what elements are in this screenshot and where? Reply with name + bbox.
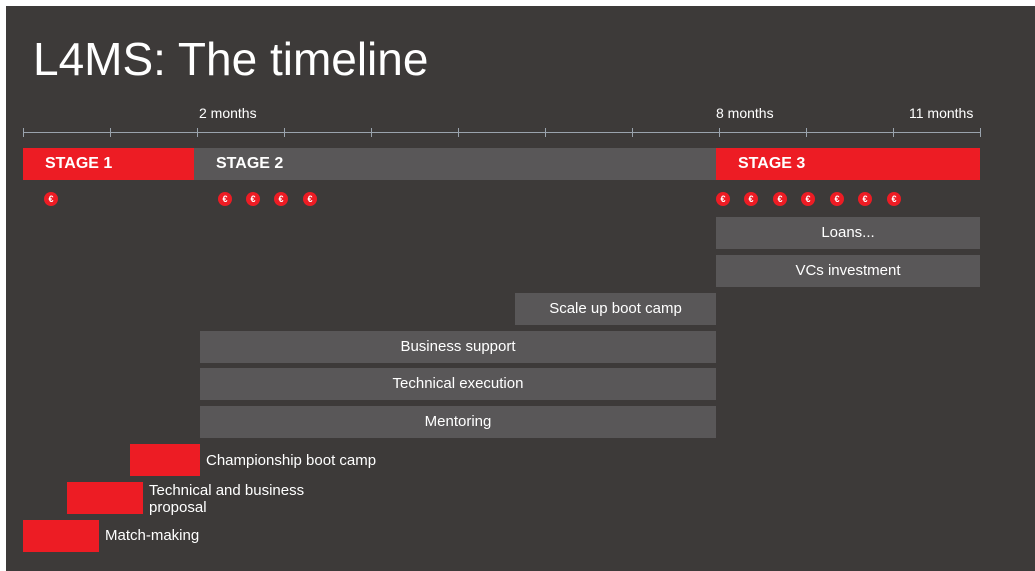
euro-coin-icon: € [716, 192, 730, 206]
axis-tick [719, 128, 720, 137]
matchmaking-block [23, 520, 99, 552]
loans-bar: Loans... [716, 217, 980, 249]
championship-block [130, 444, 200, 476]
axis-tick [458, 128, 459, 137]
euro-coin-icon: € [887, 192, 901, 206]
proposal-label: Technical and business proposal [149, 482, 304, 516]
axis-tick [371, 128, 372, 137]
business-support-bar: Business support [200, 331, 716, 363]
euro-coin-icon: € [303, 192, 317, 206]
axis-label-2-months: 2 months [199, 105, 257, 121]
slide-title: L4MS: The timeline [33, 33, 429, 85]
axis-tick [197, 128, 198, 137]
technical-execution-bar: Technical execution [200, 368, 716, 400]
euro-coin-icon: € [858, 192, 872, 206]
axis-tick [284, 128, 285, 137]
axis-tick [545, 128, 546, 137]
proposal-label-line-2: proposal [149, 499, 207, 516]
axis-tick [893, 128, 894, 137]
proposal-block [67, 482, 143, 514]
euro-coin-icon: € [274, 192, 288, 206]
euro-coin-icon: € [44, 192, 58, 206]
axis-label-11-months: 11 months [909, 105, 974, 121]
stage-3-bar: STAGE 3 [716, 148, 980, 180]
timeline-axis [23, 132, 980, 133]
euro-coin-icon: € [801, 192, 815, 206]
timeline-slide: L4MS: The timeline 2 months 8 months 11 … [6, 6, 1035, 571]
mentoring-bar: Mentoring [200, 406, 716, 438]
proposal-label-line-1: Technical and business [149, 482, 305, 499]
euro-coin-icon: € [744, 192, 758, 206]
stage-2-bar: STAGE 2 [194, 148, 716, 180]
euro-coin-icon: € [773, 192, 787, 206]
euro-coin-icon: € [246, 192, 260, 206]
axis-label-8-months: 8 months [716, 105, 774, 121]
euro-coin-icon: € [218, 192, 232, 206]
axis-tick [23, 128, 24, 137]
axis-tick [632, 128, 633, 137]
vcs-investment-bar: VCs investment [716, 255, 980, 287]
scale-up-boot-camp-bar: Scale up boot camp [515, 293, 716, 325]
axis-tick [110, 128, 111, 137]
euro-coin-icon: € [830, 192, 844, 206]
axis-tick [980, 128, 981, 137]
axis-tick [806, 128, 807, 137]
stage-1-bar: STAGE 1 [23, 148, 194, 180]
matchmaking-label: Match-making [105, 527, 200, 544]
championship-label: Championship boot camp [206, 452, 377, 469]
